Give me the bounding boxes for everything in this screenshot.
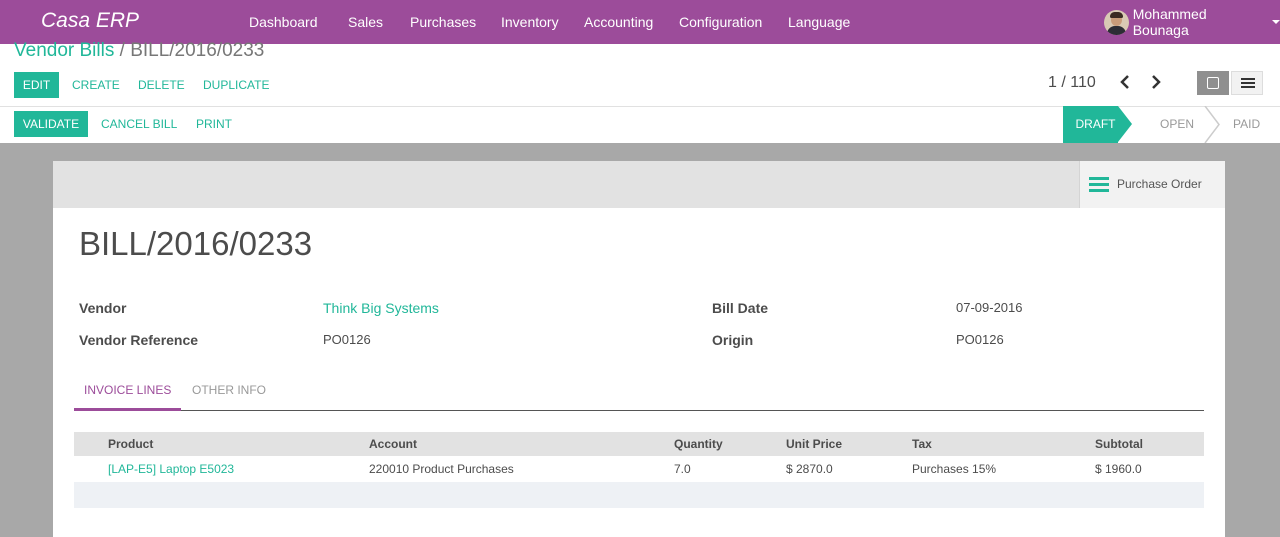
cell-unit-price: $ 2870.0 <box>786 462 833 476</box>
nav-sales[interactable]: Sales <box>348 14 383 30</box>
cell-product[interactable]: [LAP-E5] Laptop E5023 <box>108 462 234 476</box>
nav-accounting[interactable]: Accounting <box>584 14 653 30</box>
cell-subtotal: $ 1960.0 <box>1095 462 1142 476</box>
form-sheet: Purchase Order BILL/2016/0233 Vendor Thi… <box>53 161 1225 537</box>
top-navbar: Casa ERP Dashboard Sales Purchases Inven… <box>0 0 1280 44</box>
empty-table-row <box>74 482 1204 508</box>
vendor-reference-value: PO0126 <box>323 332 371 347</box>
caret-down-icon <box>1272 20 1280 24</box>
col-quantity[interactable]: Quantity <box>674 437 723 451</box>
app-brand[interactable]: Casa ERP <box>41 9 139 33</box>
list-view-button[interactable] <box>1231 71 1263 95</box>
nav-inventory[interactable]: Inventory <box>501 14 559 30</box>
nav-purchases[interactable]: Purchases <box>410 14 476 30</box>
nav-configuration[interactable]: Configuration <box>679 14 762 30</box>
user-name: Mohammed Bounaga <box>1132 6 1207 38</box>
button-box: Purchase Order <box>53 161 1225 208</box>
print-button[interactable]: PRINT <box>196 117 232 131</box>
breadcrumb-current: BILL/2016/0233 <box>130 40 265 61</box>
breadcrumb-vendor-bills[interactable]: Vendor Bills <box>14 40 114 61</box>
breadcrumb-separator: / <box>119 40 125 61</box>
status-paid[interactable]: PAID <box>1233 106 1260 143</box>
nav-dashboard[interactable]: Dashboard <box>249 14 318 30</box>
purchase-order-button[interactable]: Purchase Order <box>1079 161 1225 208</box>
duplicate-button[interactable]: DUPLICATE <box>203 78 269 92</box>
list-view-icon <box>1241 78 1255 80</box>
breadcrumb: Vendor Bills / BILL/2016/0233 <box>14 40 264 62</box>
user-menu[interactable]: Mohammed Bounaga <box>1104 6 1280 38</box>
cell-account: 220010 Product Purchases <box>369 462 514 476</box>
user-avatar <box>1104 9 1129 35</box>
validate-button[interactable]: VALIDATE <box>14 111 88 137</box>
status-open[interactable]: OPEN <box>1160 106 1194 143</box>
edit-button[interactable]: EDIT <box>14 72 59 98</box>
record-title: BILL/2016/0233 <box>79 225 313 262</box>
vendor-label: Vendor <box>79 300 127 316</box>
status-arrow <box>1118 106 1132 142</box>
cancel-bill-button[interactable]: CANCEL BILL <box>101 117 177 131</box>
create-button[interactable]: CREATE <box>72 78 120 92</box>
chevron-left-icon[interactable] <box>1118 74 1132 90</box>
form-view-icon <box>1207 77 1219 89</box>
vendor-link[interactable]: Think Big Systems <box>323 300 439 316</box>
tabs-divider <box>74 410 1204 411</box>
col-product[interactable]: Product <box>108 437 153 451</box>
tab-other-info[interactable]: OTHER INFO <box>192 383 266 397</box>
col-account[interactable]: Account <box>369 437 417 451</box>
vendor-reference-label: Vendor Reference <box>79 332 199 348</box>
cell-quantity: 7.0 <box>674 462 691 476</box>
active-tab-indicator <box>74 408 181 411</box>
origin-value: PO0126 <box>956 332 1004 347</box>
form-view-button[interactable] <box>1197 71 1229 95</box>
col-tax[interactable]: Tax <box>912 437 932 451</box>
pager-value[interactable]: 1 / 110 <box>1048 74 1096 92</box>
cell-tax: Purchases 15% <box>912 462 997 476</box>
origin-label: Origin <box>712 332 754 348</box>
chevron-right-icon[interactable] <box>1149 74 1163 90</box>
bill-date-label: Bill Date <box>712 300 769 316</box>
col-unit-price[interactable]: Unit Price <box>786 437 842 451</box>
col-subtotal[interactable]: Subtotal <box>1095 437 1143 451</box>
delete-button[interactable]: DELETE <box>138 78 185 92</box>
purchase-order-label: Purchase Order <box>1117 177 1202 191</box>
status-draft: DRAFT <box>1063 106 1118 143</box>
invoice-lines-header: Product Account Quantity Unit Price Tax … <box>74 432 1204 456</box>
nav-language[interactable]: Language <box>788 14 850 30</box>
tab-invoice-lines[interactable]: INVOICE LINES <box>84 383 171 397</box>
bill-date-value: 07-09-2016 <box>956 300 1023 315</box>
status-chevron-icon <box>1204 106 1220 143</box>
list-icon <box>1089 177 1109 193</box>
